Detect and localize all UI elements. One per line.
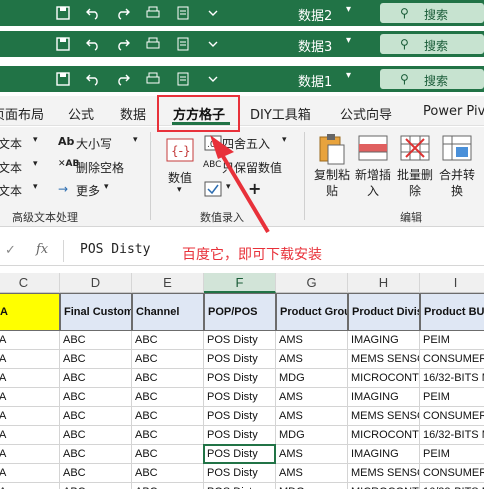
table-cell[interactable]: ABC xyxy=(60,331,132,350)
column-header-g[interactable]: G xyxy=(276,273,348,293)
header-cell[interactable]: Product BU xyxy=(420,293,484,331)
table-cell[interactable]: MDG xyxy=(276,426,348,445)
table-cell[interactable]: HA xyxy=(0,445,60,464)
table-cell[interactable]: ABC xyxy=(60,407,132,426)
column-header-h[interactable]: H xyxy=(348,273,420,293)
table-cell[interactable]: HA xyxy=(0,388,60,407)
table-cell[interactable]: CONSUMER xyxy=(420,350,484,369)
table-cell[interactable]: HA xyxy=(0,350,60,369)
table-cell[interactable]: AMS xyxy=(276,331,348,350)
table-cell[interactable]: PEIM xyxy=(420,445,484,464)
table-cell[interactable]: POS Disty xyxy=(204,369,276,388)
table-cell[interactable]: POS Disty xyxy=(204,483,276,489)
table-cell[interactable]: ABC xyxy=(132,464,204,483)
table-cell[interactable]: ABC xyxy=(60,388,132,407)
table-cell[interactable]: HA xyxy=(0,407,60,426)
header-cell[interactable]: Channel xyxy=(132,293,204,331)
table-cell[interactable]: ABC xyxy=(132,350,204,369)
column-header-e[interactable]: E xyxy=(132,273,204,293)
table-cell[interactable]: ABC xyxy=(60,369,132,388)
table-cell[interactable]: ABC xyxy=(132,426,204,445)
table-cell[interactable]: IMAGING xyxy=(348,331,420,350)
table-cell[interactable]: CONSUMER xyxy=(420,407,484,426)
table-cell[interactable]: HA xyxy=(0,369,60,388)
table-cell[interactable]: 16/32-BITS MCU xyxy=(420,369,484,388)
table-cell[interactable]: 16/32-BITS MCU xyxy=(420,483,484,489)
table-cell[interactable]: PEIM xyxy=(420,388,484,407)
table-cell[interactable]: IMAGING xyxy=(348,445,420,464)
column-header-f[interactable]: F xyxy=(204,273,276,293)
table-cell[interactable]: ABC xyxy=(132,407,204,426)
table-cell[interactable]: POS Disty xyxy=(204,407,276,426)
table-cell[interactable]: ABC xyxy=(132,388,204,407)
table-cell[interactable]: HA xyxy=(0,331,60,350)
table-cell[interactable]: ABC xyxy=(132,483,204,489)
table-cell[interactable]: IMAGING xyxy=(348,388,420,407)
header-cell[interactable]: Final Customer xyxy=(60,293,132,331)
column-header-c[interactable]: C xyxy=(0,273,60,293)
table-cell[interactable]: ABC xyxy=(60,445,132,464)
table-cell[interactable]: PEIM xyxy=(420,331,484,350)
table-cell[interactable]: MICROCONTROLLERS xyxy=(348,483,420,489)
table-cell[interactable]: POS Disty xyxy=(204,464,276,483)
table-cell[interactable]: MEMS SENSORS xyxy=(348,464,420,483)
table-cell[interactable]: CONSUMER xyxy=(420,464,484,483)
table-cell[interactable]: HA xyxy=(0,483,60,489)
table-cell[interactable]: HA xyxy=(0,426,60,445)
table-cell[interactable]: AMS xyxy=(276,407,348,426)
table-cell[interactable]: ABC xyxy=(132,369,204,388)
table-cell[interactable]: HA xyxy=(0,464,60,483)
table-cell[interactable]: POS Disty xyxy=(204,350,276,369)
column-header-i[interactable]: I xyxy=(420,273,484,293)
table-cell[interactable]: MDG xyxy=(276,483,348,489)
table-cell[interactable]: MDG xyxy=(276,369,348,388)
table-cell[interactable]: AMS xyxy=(276,445,348,464)
table-cell[interactable]: MEMS SENSORS xyxy=(348,407,420,426)
header-cell[interactable]: KA xyxy=(0,293,60,331)
table-cell[interactable]: POS Disty xyxy=(204,426,276,445)
table-cell[interactable]: POS Disty xyxy=(204,388,276,407)
header-cell[interactable]: Product Group xyxy=(276,293,348,331)
header-cell[interactable]: POP/POS xyxy=(204,293,276,331)
table-cell[interactable]: MICROCONTROLLERS xyxy=(348,426,420,445)
column-header-d[interactable]: D xyxy=(60,273,132,293)
table-cell[interactable]: ABC xyxy=(60,350,132,369)
table-cell[interactable]: ABC xyxy=(132,331,204,350)
table-cell[interactable]: ABC xyxy=(60,464,132,483)
header-cell[interactable]: Product Division xyxy=(348,293,420,331)
table-cell[interactable]: AMS xyxy=(276,464,348,483)
table-cell[interactable]: POS Disty xyxy=(204,331,276,350)
table-cell[interactable]: AMS xyxy=(276,350,348,369)
table-cell[interactable]: AMS xyxy=(276,388,348,407)
table-cell[interactable]: ABC xyxy=(132,445,204,464)
table-cell[interactable]: ABC xyxy=(60,483,132,489)
table-cell[interactable]: MICROCONTROLLERS xyxy=(348,369,420,388)
table-cell[interactable]: ABC xyxy=(60,426,132,445)
table-cell[interactable]: 16/32-BITS MCU xyxy=(420,426,484,445)
table-cell[interactable]: POS Disty xyxy=(204,445,276,464)
table-cell[interactable]: MEMS SENSORS xyxy=(348,350,420,369)
